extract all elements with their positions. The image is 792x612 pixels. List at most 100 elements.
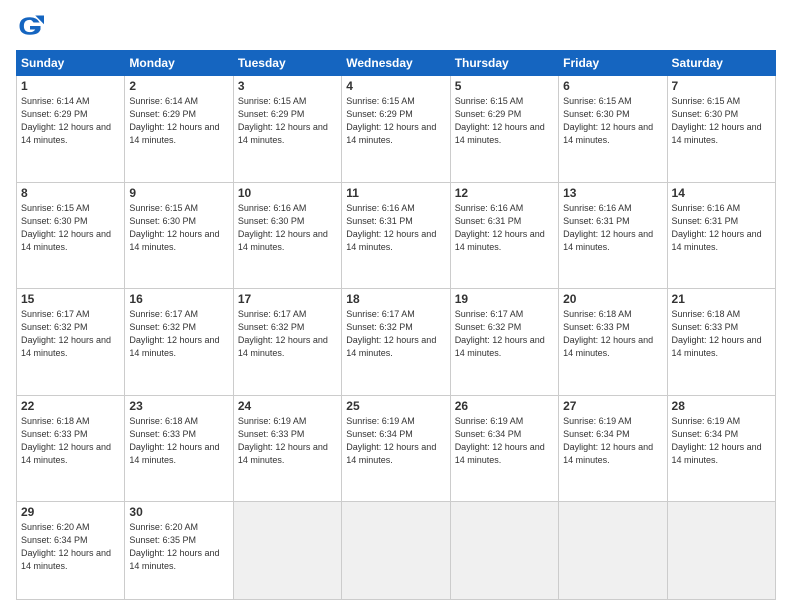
- calendar-cell: 14 Sunrise: 6:16 AMSunset: 6:31 PMDaylig…: [667, 182, 775, 289]
- calendar-cell: 3 Sunrise: 6:15 AMSunset: 6:29 PMDayligh…: [233, 76, 341, 183]
- calendar-cell: 21 Sunrise: 6:18 AMSunset: 6:33 PMDaylig…: [667, 289, 775, 396]
- weekday-thursday: Thursday: [450, 51, 558, 76]
- calendar-cell: 22 Sunrise: 6:18 AMSunset: 6:33 PMDaylig…: [17, 395, 125, 502]
- logo: [16, 12, 48, 40]
- day-number: 9: [129, 186, 228, 200]
- week-row-1: 8 Sunrise: 6:15 AMSunset: 6:30 PMDayligh…: [17, 182, 776, 289]
- day-info: Sunrise: 6:17 AMSunset: 6:32 PMDaylight:…: [238, 309, 328, 358]
- day-info: Sunrise: 6:18 AMSunset: 6:33 PMDaylight:…: [21, 416, 111, 465]
- weekday-friday: Friday: [559, 51, 667, 76]
- week-row-3: 22 Sunrise: 6:18 AMSunset: 6:33 PMDaylig…: [17, 395, 776, 502]
- day-info: Sunrise: 6:16 AMSunset: 6:31 PMDaylight:…: [455, 203, 545, 252]
- calendar-cell: [342, 502, 450, 600]
- day-number: 25: [346, 399, 445, 413]
- calendar-cell: [667, 502, 775, 600]
- calendar-table: SundayMondayTuesdayWednesdayThursdayFrid…: [16, 50, 776, 600]
- day-info: Sunrise: 6:18 AMSunset: 6:33 PMDaylight:…: [672, 309, 762, 358]
- day-info: Sunrise: 6:17 AMSunset: 6:32 PMDaylight:…: [129, 309, 219, 358]
- logo-icon: [16, 12, 44, 40]
- calendar-cell: 15 Sunrise: 6:17 AMSunset: 6:32 PMDaylig…: [17, 289, 125, 396]
- day-number: 13: [563, 186, 662, 200]
- day-info: Sunrise: 6:15 AMSunset: 6:30 PMDaylight:…: [672, 96, 762, 145]
- day-number: 18: [346, 292, 445, 306]
- weekday-saturday: Saturday: [667, 51, 775, 76]
- day-info: Sunrise: 6:18 AMSunset: 6:33 PMDaylight:…: [563, 309, 653, 358]
- calendar-cell: 5 Sunrise: 6:15 AMSunset: 6:29 PMDayligh…: [450, 76, 558, 183]
- day-number: 30: [129, 505, 228, 519]
- calendar-cell: [450, 502, 558, 600]
- week-row-2: 15 Sunrise: 6:17 AMSunset: 6:32 PMDaylig…: [17, 289, 776, 396]
- week-row-0: 1 Sunrise: 6:14 AMSunset: 6:29 PMDayligh…: [17, 76, 776, 183]
- day-info: Sunrise: 6:15 AMSunset: 6:29 PMDaylight:…: [346, 96, 436, 145]
- day-number: 2: [129, 79, 228, 93]
- day-number: 3: [238, 79, 337, 93]
- day-number: 20: [563, 292, 662, 306]
- calendar-cell: 4 Sunrise: 6:15 AMSunset: 6:29 PMDayligh…: [342, 76, 450, 183]
- calendar-cell: 30 Sunrise: 6:20 AMSunset: 6:35 PMDaylig…: [125, 502, 233, 600]
- day-info: Sunrise: 6:17 AMSunset: 6:32 PMDaylight:…: [455, 309, 545, 358]
- day-info: Sunrise: 6:16 AMSunset: 6:31 PMDaylight:…: [563, 203, 653, 252]
- day-info: Sunrise: 6:16 AMSunset: 6:30 PMDaylight:…: [238, 203, 328, 252]
- calendar-cell: 10 Sunrise: 6:16 AMSunset: 6:30 PMDaylig…: [233, 182, 341, 289]
- day-number: 16: [129, 292, 228, 306]
- calendar-cell: 20 Sunrise: 6:18 AMSunset: 6:33 PMDaylig…: [559, 289, 667, 396]
- calendar-cell: 24 Sunrise: 6:19 AMSunset: 6:33 PMDaylig…: [233, 395, 341, 502]
- page: SundayMondayTuesdayWednesdayThursdayFrid…: [0, 0, 792, 612]
- day-info: Sunrise: 6:19 AMSunset: 6:34 PMDaylight:…: [672, 416, 762, 465]
- calendar-cell: [233, 502, 341, 600]
- calendar-cell: 13 Sunrise: 6:16 AMSunset: 6:31 PMDaylig…: [559, 182, 667, 289]
- day-number: 11: [346, 186, 445, 200]
- day-info: Sunrise: 6:16 AMSunset: 6:31 PMDaylight:…: [346, 203, 436, 252]
- calendar-cell: 26 Sunrise: 6:19 AMSunset: 6:34 PMDaylig…: [450, 395, 558, 502]
- weekday-monday: Monday: [125, 51, 233, 76]
- day-number: 21: [672, 292, 771, 306]
- calendar-cell: 16 Sunrise: 6:17 AMSunset: 6:32 PMDaylig…: [125, 289, 233, 396]
- day-number: 22: [21, 399, 120, 413]
- day-number: 7: [672, 79, 771, 93]
- calendar-body: 1 Sunrise: 6:14 AMSunset: 6:29 PMDayligh…: [17, 76, 776, 600]
- day-info: Sunrise: 6:15 AMSunset: 6:30 PMDaylight:…: [129, 203, 219, 252]
- day-info: Sunrise: 6:19 AMSunset: 6:34 PMDaylight:…: [346, 416, 436, 465]
- day-number: 23: [129, 399, 228, 413]
- day-info: Sunrise: 6:15 AMSunset: 6:29 PMDaylight:…: [238, 96, 328, 145]
- day-number: 17: [238, 292, 337, 306]
- calendar-cell: 23 Sunrise: 6:18 AMSunset: 6:33 PMDaylig…: [125, 395, 233, 502]
- day-info: Sunrise: 6:19 AMSunset: 6:34 PMDaylight:…: [455, 416, 545, 465]
- day-number: 5: [455, 79, 554, 93]
- day-info: Sunrise: 6:20 AMSunset: 6:34 PMDaylight:…: [21, 522, 111, 571]
- day-number: 10: [238, 186, 337, 200]
- calendar-cell: [559, 502, 667, 600]
- day-number: 4: [346, 79, 445, 93]
- day-info: Sunrise: 6:19 AMSunset: 6:33 PMDaylight:…: [238, 416, 328, 465]
- calendar-cell: 8 Sunrise: 6:15 AMSunset: 6:30 PMDayligh…: [17, 182, 125, 289]
- day-number: 8: [21, 186, 120, 200]
- weekday-header-row: SundayMondayTuesdayWednesdayThursdayFrid…: [17, 51, 776, 76]
- day-number: 14: [672, 186, 771, 200]
- weekday-tuesday: Tuesday: [233, 51, 341, 76]
- day-number: 26: [455, 399, 554, 413]
- calendar-cell: 6 Sunrise: 6:15 AMSunset: 6:30 PMDayligh…: [559, 76, 667, 183]
- day-info: Sunrise: 6:15 AMSunset: 6:30 PMDaylight:…: [21, 203, 111, 252]
- calendar-cell: 9 Sunrise: 6:15 AMSunset: 6:30 PMDayligh…: [125, 182, 233, 289]
- day-number: 24: [238, 399, 337, 413]
- day-info: Sunrise: 6:15 AMSunset: 6:29 PMDaylight:…: [455, 96, 545, 145]
- day-number: 27: [563, 399, 662, 413]
- weekday-sunday: Sunday: [17, 51, 125, 76]
- day-info: Sunrise: 6:14 AMSunset: 6:29 PMDaylight:…: [129, 96, 219, 145]
- calendar-cell: 17 Sunrise: 6:17 AMSunset: 6:32 PMDaylig…: [233, 289, 341, 396]
- header: [16, 12, 776, 40]
- calendar-cell: 2 Sunrise: 6:14 AMSunset: 6:29 PMDayligh…: [125, 76, 233, 183]
- weekday-wednesday: Wednesday: [342, 51, 450, 76]
- calendar-cell: 7 Sunrise: 6:15 AMSunset: 6:30 PMDayligh…: [667, 76, 775, 183]
- calendar-cell: 19 Sunrise: 6:17 AMSunset: 6:32 PMDaylig…: [450, 289, 558, 396]
- calendar-cell: 1 Sunrise: 6:14 AMSunset: 6:29 PMDayligh…: [17, 76, 125, 183]
- calendar-cell: 11 Sunrise: 6:16 AMSunset: 6:31 PMDaylig…: [342, 182, 450, 289]
- day-info: Sunrise: 6:14 AMSunset: 6:29 PMDaylight:…: [21, 96, 111, 145]
- day-number: 29: [21, 505, 120, 519]
- day-number: 6: [563, 79, 662, 93]
- day-info: Sunrise: 6:15 AMSunset: 6:30 PMDaylight:…: [563, 96, 653, 145]
- calendar-cell: 29 Sunrise: 6:20 AMSunset: 6:34 PMDaylig…: [17, 502, 125, 600]
- day-number: 28: [672, 399, 771, 413]
- day-number: 1: [21, 79, 120, 93]
- day-number: 19: [455, 292, 554, 306]
